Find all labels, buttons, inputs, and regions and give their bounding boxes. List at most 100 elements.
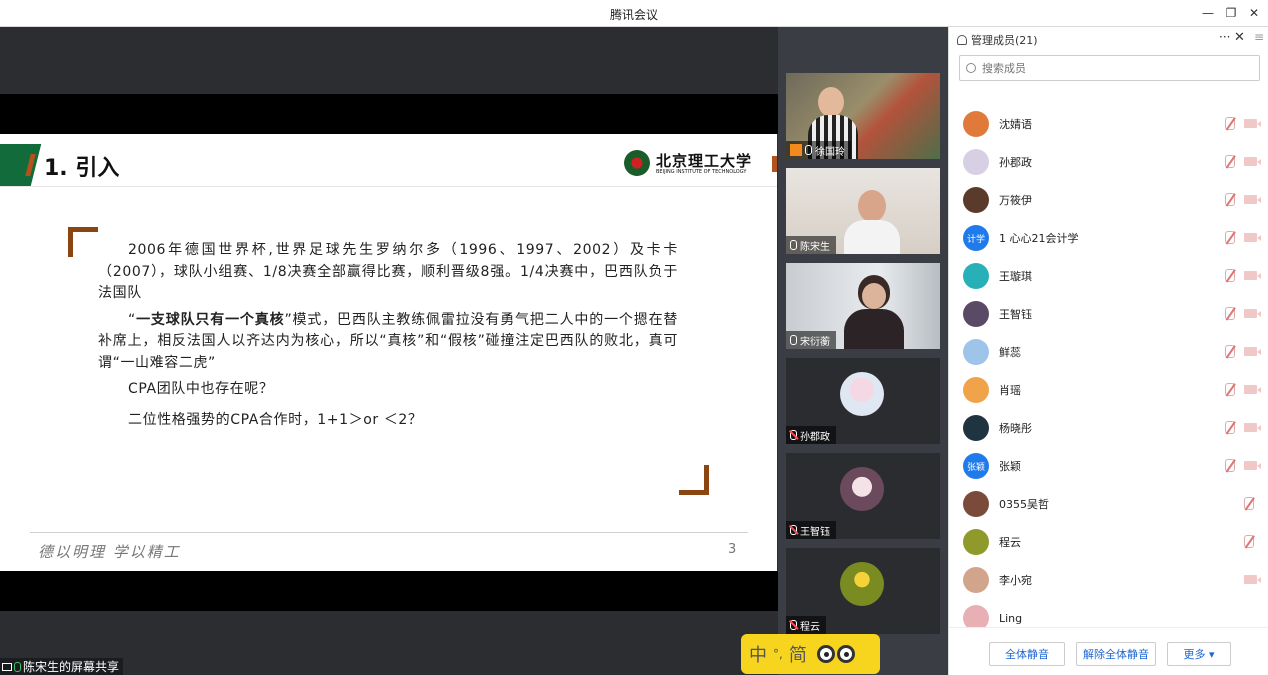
participant-video (842, 190, 902, 254)
list-item[interactable]: 万筱伊 (963, 181, 1261, 219)
camera-off-icon[interactable] (1244, 195, 1261, 204)
more-options-icon[interactable]: ··· (1219, 30, 1230, 44)
mic-icon (14, 661, 21, 672)
question-1: CPA团队中也存在呢？ (128, 381, 274, 397)
tile-name: 程云 (800, 621, 820, 633)
mic-off-icon[interactable] (1225, 383, 1235, 396)
ime-mascot-icon[interactable] (816, 645, 855, 663)
tile-name: 宋衍蘅 (800, 336, 830, 348)
camera-off-icon[interactable] (1244, 385, 1261, 394)
mic-off-icon[interactable] (1225, 117, 1235, 130)
member-name: 万筱伊 (999, 194, 1032, 207)
mic-off-icon[interactable] (1225, 345, 1235, 358)
member-name: 沈婧语 (999, 118, 1032, 131)
list-item[interactable]: 张颖 张颖 (963, 447, 1261, 485)
avatar (840, 467, 884, 511)
video-tile[interactable]: 王智钰 (786, 453, 940, 539)
camera-off-icon[interactable] (1244, 233, 1261, 242)
member-panel: 管理成员(21) ··· ✕ ≡ 沈婧语 孙郡政 万筱伊 计学 1 心心21会计… (948, 27, 1268, 675)
mic-off-icon[interactable] (1225, 459, 1235, 472)
paragraph-1: 2006年德国世界杯,世界足球先生罗纳尔多（1996、1997、2002）及卡卡… (98, 242, 678, 301)
list-item[interactable]: 李小宛 (963, 561, 1261, 599)
panel-title: 管理成员(21) (957, 32, 1038, 48)
camera-off-icon[interactable] (1244, 157, 1261, 166)
screen-share-label[interactable]: 陈宋生的屏幕共享 (0, 658, 124, 675)
camera-off-icon[interactable] (1244, 309, 1261, 318)
mic-off-icon[interactable] (1244, 497, 1254, 510)
camera-off-icon[interactable] (1244, 347, 1261, 356)
list-item[interactable]: 计学 1 心心21会计学 (963, 219, 1261, 257)
video-tile[interactable]: 徐国玲 (786, 73, 940, 159)
list-item[interactable]: 鲜蕊 (963, 333, 1261, 371)
list-item[interactable]: 沈婧语 (963, 105, 1261, 143)
avatar (963, 111, 989, 137)
minimize-icon[interactable]: — (1198, 4, 1218, 22)
video-tile[interactable]: 程云 (786, 548, 940, 634)
tile-name: 王智钰 (800, 526, 830, 538)
university-motto: 德以明理 学以精工 (38, 543, 181, 561)
quote-open: “ (128, 311, 136, 328)
mic-icon (805, 145, 812, 155)
tile-nameplate: 陈宋生 (786, 236, 836, 254)
slide-heading: 1. 引入 (44, 156, 120, 181)
list-item[interactable]: 王智钰 (963, 295, 1261, 333)
member-name: 程云 (999, 536, 1021, 549)
avatar (963, 377, 989, 403)
avatar (963, 415, 989, 441)
member-search[interactable] (959, 55, 1260, 81)
search-input[interactable] (982, 61, 1242, 75)
eye-icon (816, 645, 835, 663)
member-name: 0355吴哲 (999, 498, 1049, 511)
list-item[interactable]: 王璇琪 (963, 257, 1261, 295)
shared-screen-area[interactable]: 1. 引入 北京理工大学 BEIJING INSTITUTE OF TECHNO… (0, 27, 778, 675)
avatar (963, 491, 989, 517)
camera-off-icon[interactable] (1244, 271, 1261, 280)
video-tile[interactable]: 宋衍蘅 (786, 263, 940, 349)
avatar (963, 339, 989, 365)
video-tile[interactable]: 孙郡政 (786, 358, 940, 444)
window-title: 腾讯会议 (609, 8, 658, 22)
video-tile[interactable]: 陈宋生 (786, 168, 940, 254)
ime-status-bar[interactable]: 中 °, 简 (741, 634, 880, 674)
slide-body: 2006年德国世界杯,世界足球先生罗纳尔多（1996、1997、2002）及卡卡… (98, 240, 678, 440)
list-item[interactable]: 肖瑶 (963, 371, 1261, 409)
mic-muted-icon (790, 620, 797, 630)
member-name: 肖瑶 (999, 384, 1021, 397)
member-name: Ling (999, 611, 1023, 625)
list-item[interactable]: 0355吴哲 (963, 485, 1259, 523)
avatar (963, 149, 989, 175)
list-item[interactable]: 程云 (963, 523, 1259, 561)
unmute-all-button[interactable]: 解除全体静音 (1076, 642, 1156, 666)
mic-off-icon[interactable] (1225, 307, 1235, 320)
camera-off-icon[interactable] (1244, 423, 1261, 432)
footer-divider (30, 532, 748, 533)
mic-off-icon[interactable] (1244, 535, 1254, 548)
mic-off-icon[interactable] (1225, 155, 1235, 168)
mic-muted-icon (790, 430, 797, 440)
panel-menu-icon[interactable]: ≡ (1254, 30, 1264, 44)
panel-close-icon[interactable]: ✕ (1234, 30, 1245, 45)
avatar (963, 187, 989, 213)
camera-off-icon[interactable] (1244, 575, 1261, 584)
close-icon[interactable]: ✕ (1244, 4, 1264, 22)
member-name: 杨晓彤 (999, 422, 1032, 435)
member-name: 王智钰 (999, 308, 1032, 321)
mute-all-button[interactable]: 全体静音 (989, 642, 1065, 666)
restore-icon[interactable]: ❐ (1221, 4, 1241, 22)
member-name: 鲜蕊 (999, 346, 1021, 359)
avatar (840, 372, 884, 416)
mic-off-icon[interactable] (1225, 421, 1235, 434)
list-item[interactable]: 孙郡政 (963, 143, 1261, 181)
mic-off-icon[interactable] (1225, 231, 1235, 244)
member-name: 李小宛 (999, 574, 1032, 587)
ime-mode-simplified[interactable]: 简 (789, 641, 807, 667)
more-button[interactable]: 更多 ▾ (1167, 642, 1231, 666)
camera-off-icon[interactable] (1244, 119, 1261, 128)
mic-off-icon[interactable] (1225, 269, 1235, 282)
ime-mode-chinese[interactable]: 中 (749, 641, 767, 667)
university-logo: 北京理工大学 BEIJING INSTITUTE OF TECHNOLOGY (624, 148, 754, 178)
ime-punctuation[interactable]: °, (773, 647, 783, 661)
mic-off-icon[interactable] (1225, 193, 1235, 206)
list-item[interactable]: 杨晓彤 (963, 409, 1261, 447)
camera-off-icon[interactable] (1244, 461, 1261, 470)
